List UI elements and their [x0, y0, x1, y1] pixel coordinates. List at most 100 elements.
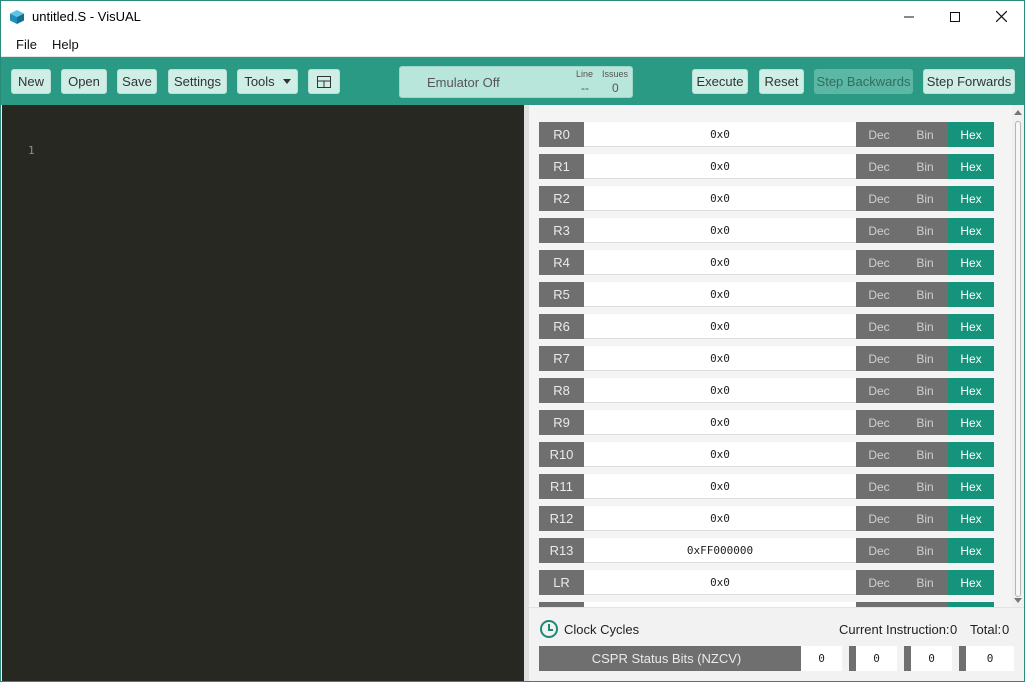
format-hex-button[interactable]: Hex	[948, 378, 994, 403]
format-bin-button[interactable]: Bin	[902, 250, 948, 275]
new-button[interactable]: New	[11, 69, 51, 94]
format-dec-button[interactable]: Dec	[856, 538, 902, 563]
format-bin-button[interactable]: Bin	[902, 314, 948, 339]
issues-label: Issues	[602, 69, 629, 79]
reset-button[interactable]: Reset	[759, 69, 804, 94]
format-hex-button[interactable]: Hex	[948, 410, 994, 435]
clock-cycles-label[interactable]: Clock Cycles	[564, 622, 639, 637]
format-bin-button[interactable]: Bin	[902, 122, 948, 147]
format-dec-button[interactable]: Dec	[856, 410, 902, 435]
register-name: R11	[539, 474, 584, 499]
format-hex-button[interactable]: Hex	[948, 314, 994, 339]
execute-button[interactable]: Execute	[692, 69, 748, 94]
total-value: 0	[1002, 622, 1010, 637]
register-name: R3	[539, 218, 584, 243]
register-row: R9 0x0 Dec Bin Hex	[539, 410, 994, 435]
open-button[interactable]: Open	[61, 69, 107, 94]
format-dec-button[interactable]: Dec	[856, 570, 902, 595]
save-button[interactable]: Save	[117, 69, 157, 94]
format-dec-button[interactable]: Dec	[856, 346, 902, 371]
clock-icon[interactable]	[540, 620, 558, 638]
register-row: R8 0x0 Dec Bin Hex	[539, 378, 994, 403]
status-panel: Clock Cycles Current Instruction: 0 Tota…	[529, 607, 1024, 681]
format-hex-button[interactable]: Hex	[948, 570, 994, 595]
format-bin-button[interactable]: Bin	[902, 538, 948, 563]
register-name: R7	[539, 346, 584, 371]
close-icon	[995, 11, 1007, 22]
maximize-icon	[950, 11, 960, 22]
scroll-up-icon[interactable]	[1014, 110, 1022, 115]
format-hex-button[interactable]: Hex	[948, 122, 994, 147]
register-name: R8	[539, 378, 584, 403]
format-bin-button[interactable]: Bin	[902, 154, 948, 179]
register-value: 0x0	[584, 378, 856, 403]
current-instruction-value: 0	[950, 622, 958, 637]
register-row: R11 0x0 Dec Bin Hex	[539, 474, 994, 499]
minimize-button[interactable]	[886, 1, 932, 32]
scroll-down-icon[interactable]	[1014, 598, 1022, 603]
format-bin-button[interactable]: Bin	[902, 442, 948, 467]
register-scrollbar[interactable]	[1012, 105, 1024, 607]
menu-help[interactable]: Help	[47, 37, 89, 52]
register-row: R13 0xFF000000 Dec Bin Hex	[539, 538, 994, 563]
current-instruction-label: Current Instruction:	[839, 622, 950, 637]
format-dec-button[interactable]: Dec	[856, 506, 902, 531]
format-dec-button[interactable]: Dec	[856, 218, 902, 243]
format-bin-button[interactable]: Bin	[902, 378, 948, 403]
register-value: 0x0	[584, 474, 856, 499]
format-hex-button[interactable]: Hex	[948, 218, 994, 243]
format-dec-button[interactable]: Dec	[856, 282, 902, 307]
register-name: R0	[539, 122, 584, 147]
format-dec-button[interactable]: Dec	[856, 122, 902, 147]
step-forwards-button[interactable]: Step Forwards	[923, 69, 1015, 94]
format-hex-button[interactable]: Hex	[948, 346, 994, 371]
register-value: 0x0	[584, 282, 856, 307]
register-name: R1	[539, 154, 584, 179]
format-dec-button[interactable]: Dec	[856, 154, 902, 179]
format-bin-button[interactable]: Bin	[902, 570, 948, 595]
format-hex-button[interactable]: Hex	[948, 154, 994, 179]
register-row: LR 0x0 Dec Bin Hex	[539, 570, 994, 595]
format-dec-button[interactable]: Dec	[856, 378, 902, 403]
register-value: 0x0	[584, 506, 856, 531]
format-dec-button[interactable]: Dec	[856, 474, 902, 499]
register-row: R0 0x0 Dec Bin Hex	[539, 122, 994, 147]
format-bin-button[interactable]: Bin	[902, 506, 948, 531]
format-hex-button[interactable]: Hex	[948, 250, 994, 275]
format-bin-button[interactable]: Bin	[902, 346, 948, 371]
menu-file[interactable]: File	[1, 37, 47, 52]
format-bin-button[interactable]: Bin	[902, 186, 948, 211]
panel-layout-icon	[317, 75, 331, 88]
register-row: R2 0x0 Dec Bin Hex	[539, 186, 994, 211]
format-dec-button[interactable]: Dec	[856, 250, 902, 275]
format-dec-button[interactable]: Dec	[856, 442, 902, 467]
settings-button[interactable]: Settings	[168, 69, 227, 94]
format-hex-button[interactable]: Hex	[948, 474, 994, 499]
code-editor[interactable]: 1	[2, 105, 524, 681]
format-bin-button[interactable]: Bin	[902, 474, 948, 499]
close-button[interactable]	[978, 1, 1024, 32]
format-dec-button[interactable]: Dec	[856, 186, 902, 211]
format-hex-button[interactable]: Hex	[948, 186, 994, 211]
format-bin-button[interactable]: Bin	[902, 282, 948, 307]
register-name: R6	[539, 314, 584, 339]
register-name: R10	[539, 442, 584, 467]
register-value: 0x0	[584, 410, 856, 435]
maximize-button[interactable]	[932, 1, 978, 32]
step-backwards-button[interactable]: Step Backwards	[814, 69, 913, 94]
format-hex-button[interactable]: Hex	[948, 282, 994, 307]
format-dec-button[interactable]: Dec	[856, 314, 902, 339]
format-bin-button[interactable]: Bin	[902, 410, 948, 435]
format-hex-button[interactable]: Hex	[948, 506, 994, 531]
format-hex-button[interactable]: Hex	[948, 538, 994, 563]
format-bin-button[interactable]: Bin	[902, 218, 948, 243]
format-hex-button[interactable]: Hex	[948, 442, 994, 467]
register-row: R1 0x0 Dec Bin Hex	[539, 154, 994, 179]
issues-value: 0	[612, 81, 619, 95]
register-value: 0x0	[584, 122, 856, 147]
register-row: R10 0x0 Dec Bin Hex	[539, 442, 994, 467]
layout-toggle-button[interactable]	[308, 69, 340, 94]
scroll-thumb[interactable]	[1015, 121, 1021, 597]
tools-dropdown[interactable]: Tools	[237, 69, 298, 94]
register-panel: R0 0x0 Dec Bin Hex R1 0x0 Dec Bin Hex R2 0x0 Dec Bin H…	[529, 105, 1024, 607]
